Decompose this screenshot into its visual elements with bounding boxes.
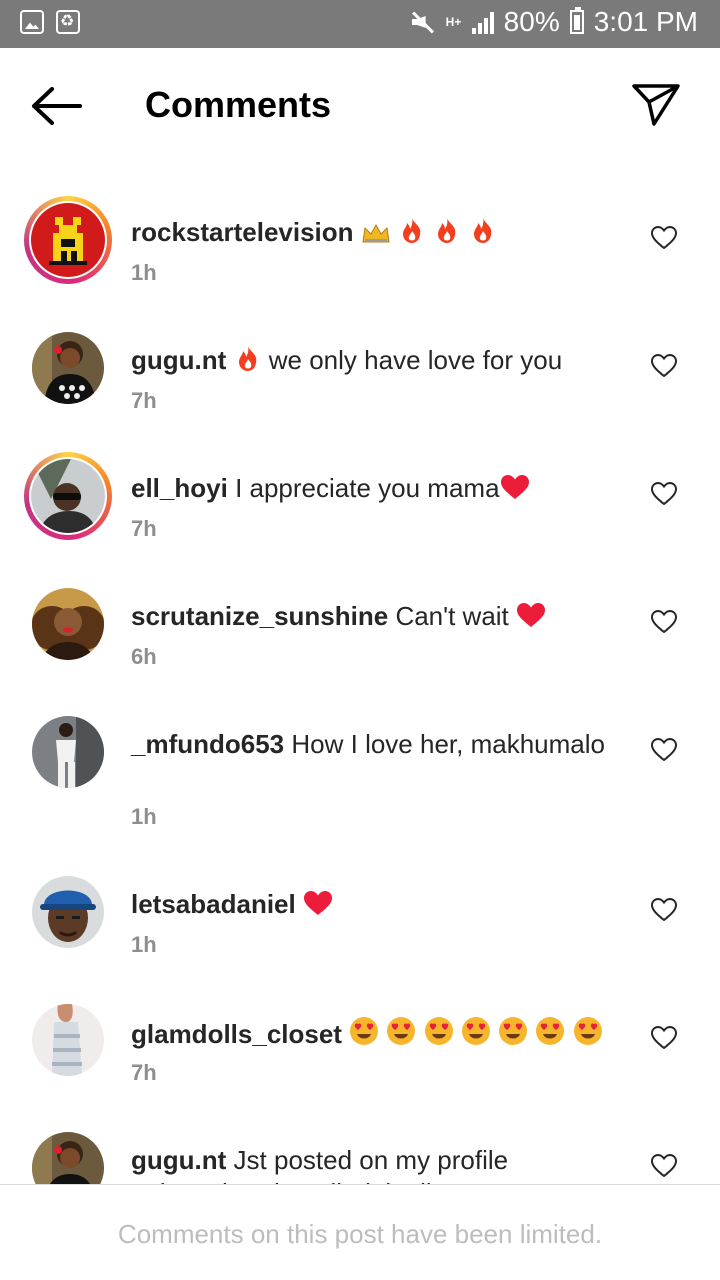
comment-time: 1h [131, 260, 157, 285]
comment-time: 1h [131, 932, 157, 957]
send-icon [632, 84, 680, 126]
comment-text: gugu.nt Jst posted on my profile ngiyamt… [131, 1144, 611, 1184]
avatar[interactable] [32, 876, 104, 948]
fire-icon [403, 218, 421, 243]
comments-list[interactable]: rockstartelevision 1h gugu.nt we only ha… [0, 164, 720, 1184]
clock: 3:01 PM [593, 6, 698, 37]
avatar [31, 203, 105, 277]
fire-icon [473, 218, 491, 243]
heart-eyes-icon [387, 1017, 416, 1045]
like-heart-icon[interactable] [651, 610, 677, 634]
avatar[interactable] [32, 1004, 104, 1076]
like-heart-icon[interactable] [651, 898, 677, 922]
comment-text: ell_hoyi I appreciate you mama [131, 472, 611, 505]
comment-text: letsabadaniel [131, 888, 611, 921]
comment-username[interactable]: glamdolls_closet [131, 1019, 342, 1049]
red-heart-icon [303, 891, 332, 915]
comment-username[interactable]: rockstartelevision [131, 217, 354, 247]
comment-text: glamdolls_closet [131, 1016, 611, 1051]
comment-username[interactable]: gugu.nt [131, 1145, 226, 1175]
heart-eyes-icon [499, 1017, 528, 1045]
comments-limited-text: Comments on this post have been limited. [117, 1219, 603, 1249]
comment-body: Can't wait [395, 601, 509, 631]
back-button[interactable] [28, 86, 82, 126]
battery-percent: 80% [503, 6, 560, 37]
comment-time: 7h [131, 388, 157, 413]
comment-body: we only have love for you [268, 345, 563, 375]
comment-username[interactable]: gugu.nt [131, 345, 226, 375]
avatar[interactable] [32, 588, 104, 660]
comment-username[interactable]: _mfundo653 [131, 729, 284, 759]
comment-time: 7h [131, 1060, 157, 1085]
like-heart-icon[interactable] [651, 1154, 677, 1178]
battery-icon [569, 7, 584, 34]
like-heart-icon[interactable] [651, 738, 677, 762]
comment-time: 6h [131, 644, 157, 669]
comment-text: _mfundo653 How I love her, makhumalo [131, 728, 611, 761]
avatar [31, 459, 105, 533]
comment-time: 1h [131, 804, 157, 829]
signal-icon [471, 10, 494, 34]
like-heart-icon[interactable] [651, 1026, 677, 1050]
mute-icon [408, 8, 436, 36]
avatar[interactable] [32, 332, 104, 404]
share-button[interactable] [630, 80, 682, 128]
avatar[interactable] [32, 1132, 104, 1184]
red-heart-icon [500, 475, 529, 499]
comment-text: scrutanize_sunshine Can't wait [131, 600, 611, 633]
network-type: H+ [445, 15, 462, 29]
heart-eyes-icon [573, 1017, 602, 1045]
fire-icon [238, 346, 256, 371]
comment-text: rockstartelevision [131, 216, 611, 249]
comment-username[interactable]: ell_hoyi [131, 473, 228, 503]
crown-icon [362, 223, 390, 243]
image-icon [20, 10, 44, 34]
header: Comments [0, 48, 720, 164]
avatar[interactable] [32, 716, 104, 788]
page-title: Comments [145, 84, 332, 125]
like-heart-icon[interactable] [651, 226, 677, 250]
comment-username[interactable]: scrutanize_sunshine [131, 601, 388, 631]
like-heart-icon[interactable] [651, 354, 677, 378]
comment-body: I appreciate you mama [235, 473, 500, 503]
red-heart-icon [517, 603, 546, 627]
heart-eyes-icon [536, 1017, 565, 1045]
heart-eyes-icon [424, 1017, 453, 1045]
fire-icon [438, 218, 456, 243]
comments-limited-footer: Comments on this post have been limited. [0, 1185, 720, 1280]
like-heart-icon[interactable] [651, 482, 677, 506]
status-bar: H+ 80% 3:01 PM [0, 0, 720, 48]
arrow-left-icon [32, 87, 82, 125]
avatar-story-ring[interactable] [24, 196, 112, 284]
heart-eyes-icon [350, 1017, 379, 1045]
avatar-story-ring[interactable] [24, 452, 112, 540]
recycle-icon [56, 10, 80, 34]
comment-username[interactable]: letsabadaniel [131, 889, 296, 919]
comment-text: gugu.nt we only have love for you [131, 344, 611, 377]
comment-time: 7h [131, 516, 157, 541]
comment-body: How I love her, makhumalo [291, 729, 605, 759]
heart-eyes-icon [461, 1017, 490, 1045]
